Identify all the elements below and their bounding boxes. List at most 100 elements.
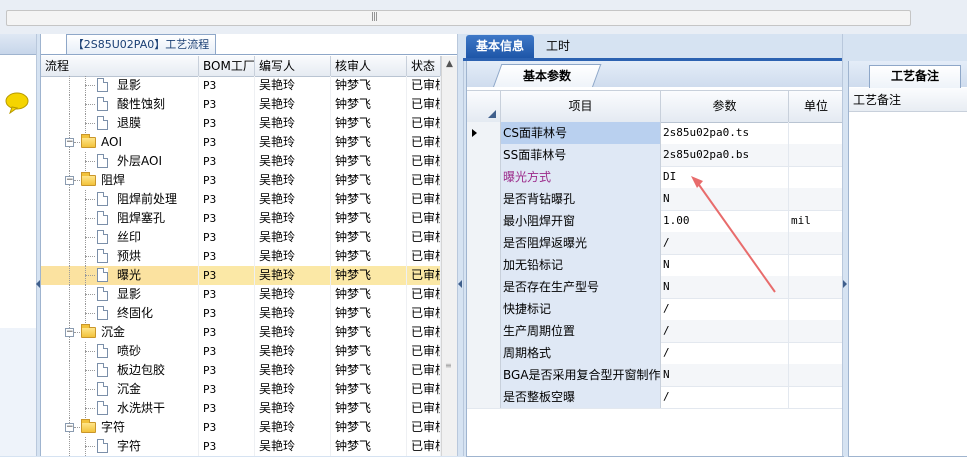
column-header-unit[interactable]: 单位 <box>789 91 843 122</box>
collapse-node-icon[interactable]: − <box>65 423 74 432</box>
param-row[interactable]: 快捷标记 / <box>467 298 843 321</box>
collapse-right-arrow-icon[interactable] <box>843 280 847 288</box>
column-header-writer[interactable]: 编写人 <box>255 56 331 76</box>
tree-node[interactable]: 终固化 <box>41 304 199 323</box>
tree-node[interactable]: − 字符 <box>41 418 199 437</box>
tree-row[interactable]: 酸性蚀刻 P3吴艳玲钟梦飞已审核 <box>41 95 441 114</box>
param-row[interactable]: 加无铅标记 N <box>467 254 843 277</box>
row-indicator[interactable] <box>467 320 501 342</box>
scroll-up-arrow-icon[interactable]: ▲ <box>444 58 455 70</box>
tree-row[interactable]: − 沉金 P3吴艳玲钟梦飞已审核 <box>41 323 441 342</box>
tree-node[interactable]: − 沉金 <box>41 323 199 342</box>
tree-row[interactable]: 水洗烘干 P3吴艳玲钟梦飞已审核 <box>41 399 441 418</box>
scroll-grip-icon[interactable]: ≡ <box>445 361 455 371</box>
tab-process-remark[interactable]: 工艺备注 <box>869 65 961 88</box>
column-header-bom-factory[interactable]: BOM工厂 <box>199 56 255 76</box>
row-indicator[interactable] <box>467 232 501 254</box>
param-row[interactable]: 是否背钻曝孔 N <box>467 188 843 211</box>
tree-node[interactable]: 预烘 <box>41 247 199 266</box>
tree-node[interactable]: 阻焊前处理 <box>41 190 199 209</box>
tree-row[interactable]: 外层AOI P3吴艳玲钟梦飞已审核 <box>41 152 441 171</box>
tree-row[interactable]: 显影 P3吴艳玲钟梦飞已审核 <box>41 285 441 304</box>
tree-node[interactable]: 丝印 <box>41 228 199 247</box>
tree-node[interactable]: − 阻焊 <box>41 171 199 190</box>
row-indicator[interactable] <box>467 144 501 166</box>
tree-row[interactable]: − 字符 P3吴艳玲钟梦飞已审核 <box>41 418 441 437</box>
tree-row[interactable]: 显影 P3吴艳玲钟梦飞已审核 <box>41 76 441 95</box>
param-row[interactable]: 周期格式 / <box>467 342 843 365</box>
row-indicator[interactable] <box>467 122 501 144</box>
param-value-cell[interactable]: / <box>661 386 789 408</box>
param-value-cell[interactable]: 1.00 <box>661 210 789 232</box>
process-flow-tab[interactable]: 【2S85U02PA0】工艺流程 <box>66 34 216 55</box>
row-indicator[interactable] <box>467 166 501 188</box>
param-row[interactable]: 最小阻焊开窗 1.00 mil <box>467 210 843 233</box>
param-row[interactable]: SS面菲林号 2s85u02pa0.bs <box>467 144 843 167</box>
tree-node[interactable]: 曝光 <box>41 266 199 285</box>
tree-node[interactable]: 水洗烘干 <box>41 399 199 418</box>
row-indicator[interactable] <box>467 364 501 386</box>
tab-basic-params[interactable]: 基本参数 <box>492 64 602 88</box>
column-header-value[interactable]: 参数 <box>661 91 789 122</box>
row-indicator[interactable] <box>467 254 501 276</box>
tree-row[interactable]: 终固化 P3吴艳玲钟梦飞已审核 <box>41 304 441 323</box>
param-row[interactable]: 是否阻焊返曝光 / <box>467 232 843 255</box>
row-indicator[interactable] <box>467 276 501 298</box>
tree-node[interactable]: 阻焊塞孔 <box>41 209 199 228</box>
tree-row[interactable]: 阻焊塞孔 P3吴艳玲钟梦飞已审核 <box>41 209 441 228</box>
param-value-cell[interactable]: N <box>661 276 789 298</box>
param-value-cell[interactable]: N <box>661 364 789 386</box>
tree-node[interactable]: 板边包胶 <box>41 361 199 380</box>
row-indicator[interactable] <box>467 386 501 408</box>
param-row[interactable]: CS面菲林号 2s85u02pa0.ts <box>467 122 843 145</box>
tree-row[interactable]: 退膜 P3吴艳玲钟梦飞已审核 <box>41 114 441 133</box>
collapse-node-icon[interactable]: − <box>65 176 74 185</box>
param-value-cell[interactable]: / <box>661 298 789 320</box>
remark-column-header[interactable]: 工艺备注 <box>849 88 967 112</box>
param-value-cell[interactable]: / <box>661 232 789 254</box>
tree-row[interactable]: − 阻焊 P3吴艳玲钟梦飞已审核 <box>41 171 441 190</box>
param-value-cell[interactable]: DI <box>661 166 789 188</box>
column-header-status[interactable]: 状态 <box>407 56 441 76</box>
param-value-cell[interactable]: 2s85u02pa0.bs <box>661 144 789 166</box>
tree-row[interactable]: 板边包胶 P3吴艳玲钟梦飞已审核 <box>41 361 441 380</box>
row-indicator[interactable] <box>467 342 501 364</box>
row-indicator[interactable] <box>467 188 501 210</box>
grid-corner-cell[interactable] <box>467 91 501 122</box>
tab-basic-info[interactable]: 基本信息 <box>466 35 534 58</box>
tab-work-hours[interactable]: 工时 <box>538 35 578 58</box>
tree-node[interactable]: 酸性蚀刻 <box>41 95 199 114</box>
row-indicator[interactable] <box>467 210 501 232</box>
middle-splitter[interactable] <box>457 34 464 456</box>
tree-row[interactable]: 预烘 P3吴艳玲钟梦飞已审核 <box>41 247 441 266</box>
param-row[interactable]: BGA是否采用复合型开窗制作 N <box>467 364 843 387</box>
tree-row[interactable]: 阻焊前处理 P3吴艳玲钟梦飞已审核 <box>41 190 441 209</box>
param-value-cell[interactable]: / <box>661 320 789 342</box>
column-header-item[interactable]: 项目 <box>501 91 661 122</box>
column-header-flow[interactable]: 流程 <box>41 56 199 76</box>
param-value-cell[interactable]: 2s85u02pa0.ts <box>661 122 789 144</box>
tree-node[interactable]: 字符 <box>41 437 199 456</box>
tree-row[interactable]: 喷砂 P3吴艳玲钟梦飞已审核 <box>41 342 441 361</box>
param-row[interactable]: 曝光方式 DI <box>467 166 843 189</box>
collapse-middle-arrow-icon[interactable] <box>458 280 462 288</box>
chat-bubble-icon[interactable] <box>4 92 30 114</box>
param-value-cell[interactable]: / <box>661 342 789 364</box>
tree-node[interactable]: 外层AOI <box>41 152 199 171</box>
tree-row[interactable]: 曝光 P3吴艳玲钟梦飞已审核 <box>41 266 441 285</box>
tree-row[interactable]: 沉金 P3吴艳玲钟梦飞已审核 <box>41 380 441 399</box>
param-value-cell[interactable]: N <box>661 188 789 210</box>
tree-vertical-scrollbar[interactable]: ▲ ≡ <box>441 56 458 456</box>
tree-row[interactable]: 字符 P3吴艳玲钟梦飞已审核 <box>41 437 441 456</box>
tree-row[interactable]: − AOI P3吴艳玲钟梦飞已审核 <box>41 133 441 152</box>
param-row[interactable]: 是否存在生产型号 N <box>467 276 843 299</box>
column-header-checker[interactable]: 核审人 <box>331 56 407 76</box>
tree-node[interactable]: 显影 <box>41 285 199 304</box>
collapse-node-icon[interactable]: − <box>65 138 74 147</box>
param-row[interactable]: 是否整板空曝 / <box>467 386 843 409</box>
tree-node[interactable]: 喷砂 <box>41 342 199 361</box>
tree-node[interactable]: − AOI <box>41 133 199 152</box>
param-row[interactable]: 生产周期位置 / <box>467 320 843 343</box>
tree-node[interactable]: 沉金 <box>41 380 199 399</box>
horizontal-scrollbar[interactable]: ||| <box>6 10 911 26</box>
